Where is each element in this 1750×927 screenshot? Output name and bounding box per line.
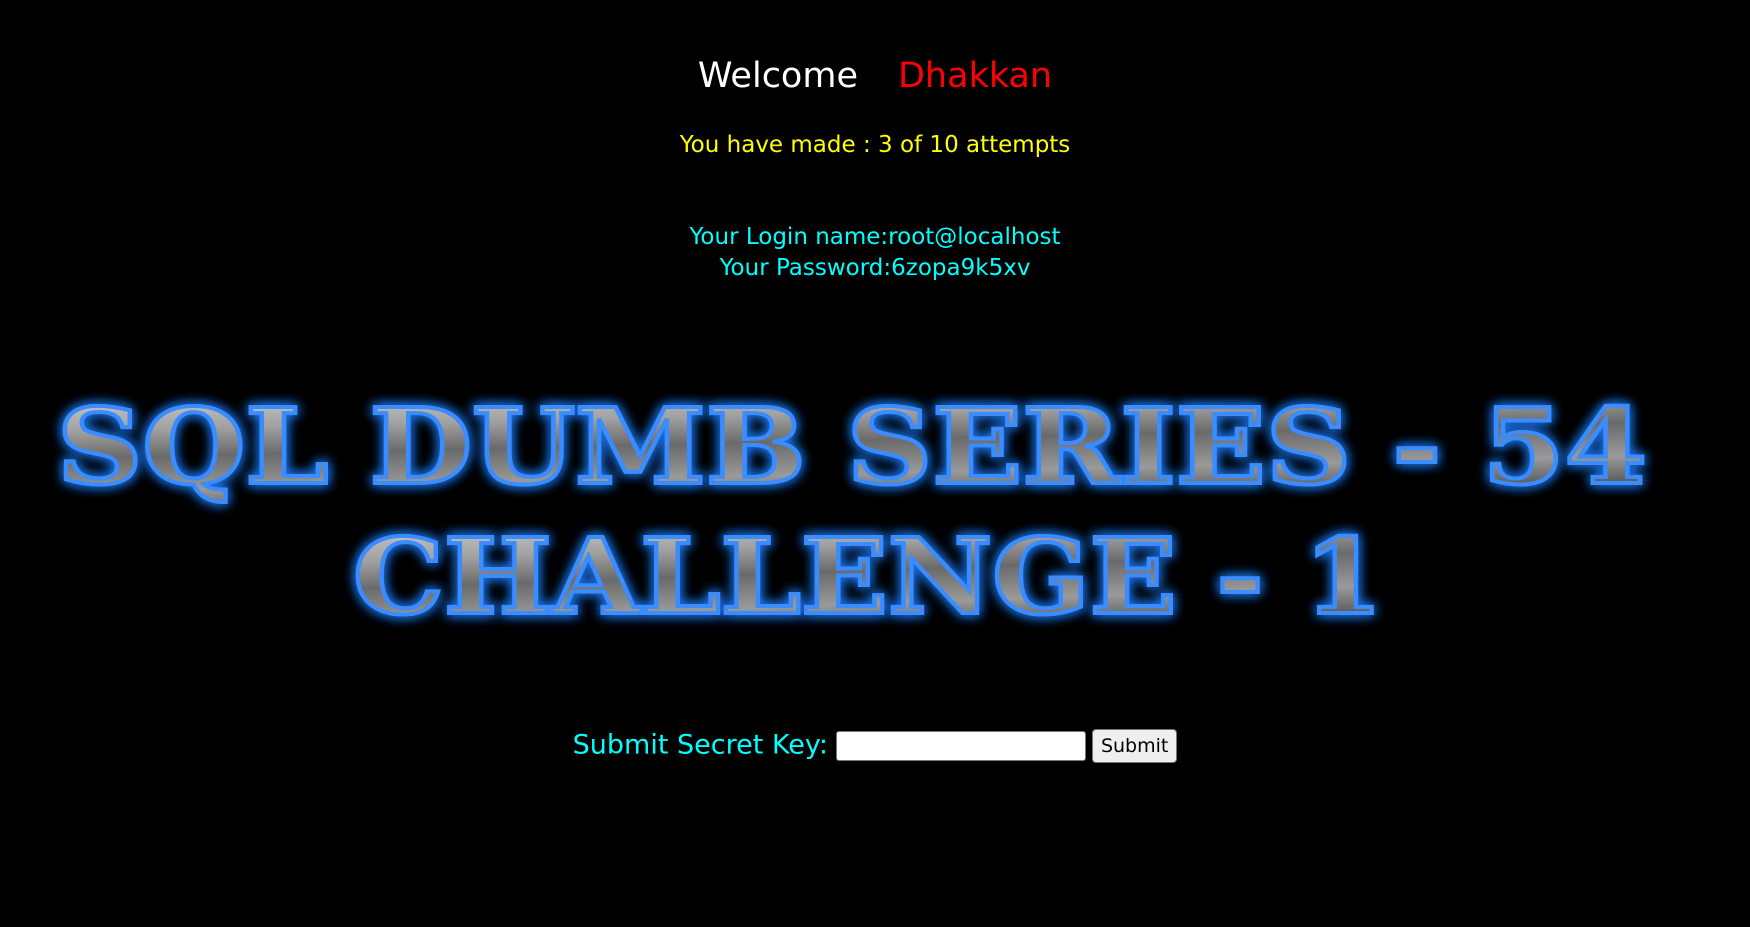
secret-key-form: Submit Secret Key: Submit [0, 725, 1750, 766]
credentials-block: Your Login name:root@localhost Your Pass… [0, 222, 1750, 284]
challenge-page: Welcome Dhakkan You have made : 3 of 10 a… [0, 0, 1750, 927]
banner-line-1: SQL DUMB SERIES - 54 [57, 385, 1647, 508]
banner-line-2: CHALLENGE - 1 [353, 515, 1383, 635]
attempts-counter: You have made : 3 of 10 attempts [679, 132, 1071, 158]
welcome-text: Welcome [697, 56, 858, 96]
username-text: Dhakkan [897, 56, 1053, 96]
banner-graphic: SQL DUMB SERIES - 54 CHALLENGE - 1 [55, 383, 1649, 635]
secret-key-label: Submit Secret Key: [572, 729, 828, 761]
submit-button[interactable]: Submit [1091, 728, 1178, 763]
welcome-heading: Welcome Dhakkan [0, 50, 1750, 102]
password-text: Your Password:6zopa9k5xv [719, 255, 1031, 281]
challenge-banner: SQL DUMB SERIES - 54 CHALLENGE - 1 [0, 365, 1750, 635]
secret-key-input[interactable] [835, 730, 1086, 761]
login-name-text: Your Login name:root@localhost [689, 224, 1061, 250]
